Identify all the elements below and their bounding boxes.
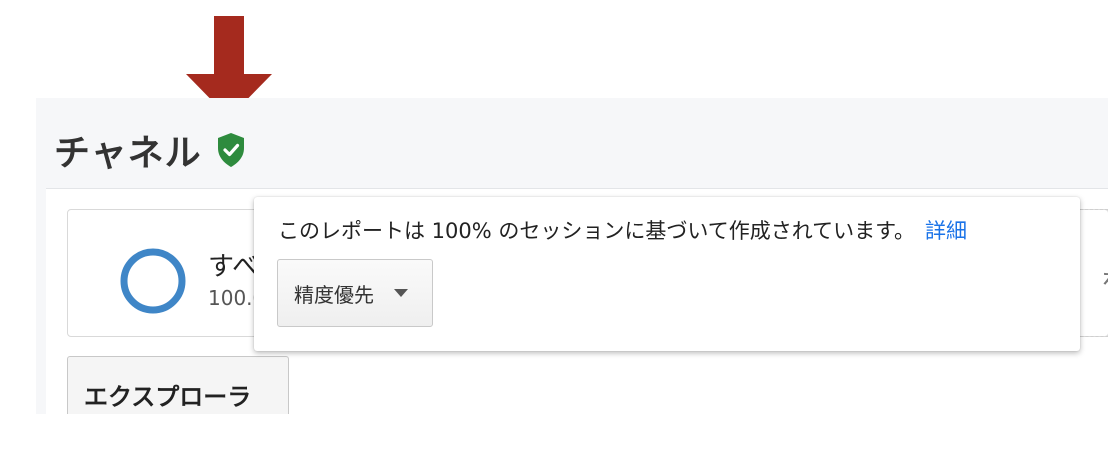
- details-link[interactable]: 詳細: [925, 219, 967, 243]
- page-header: チャネル: [54, 124, 246, 176]
- tooltip-message: このレポートは 100% のセッションに基づいて作成されています。: [278, 219, 916, 243]
- chevron-down-icon: [394, 289, 408, 297]
- tab-explorer[interactable]: エクスプローラ: [67, 356, 289, 414]
- add-segment-partial-text: を: [1101, 262, 1108, 299]
- precision-select-value: 精度優先: [294, 282, 374, 307]
- sampling-tooltip: このレポートは 100% のセッションに基づいて作成されています。 詳細 精度優先: [254, 197, 1080, 351]
- shield-check-icon[interactable]: [216, 132, 246, 168]
- segment-ring-icon: [120, 248, 186, 314]
- precision-select[interactable]: 精度優先: [277, 259, 433, 327]
- segment-name: すべ: [208, 252, 259, 282]
- page-title: チャネル: [54, 133, 202, 174]
- tab-explorer-label: エクスプローラ: [84, 383, 252, 411]
- tooltip-text: このレポートは 100% のセッションに基づいて作成されています。 詳細: [278, 215, 967, 245]
